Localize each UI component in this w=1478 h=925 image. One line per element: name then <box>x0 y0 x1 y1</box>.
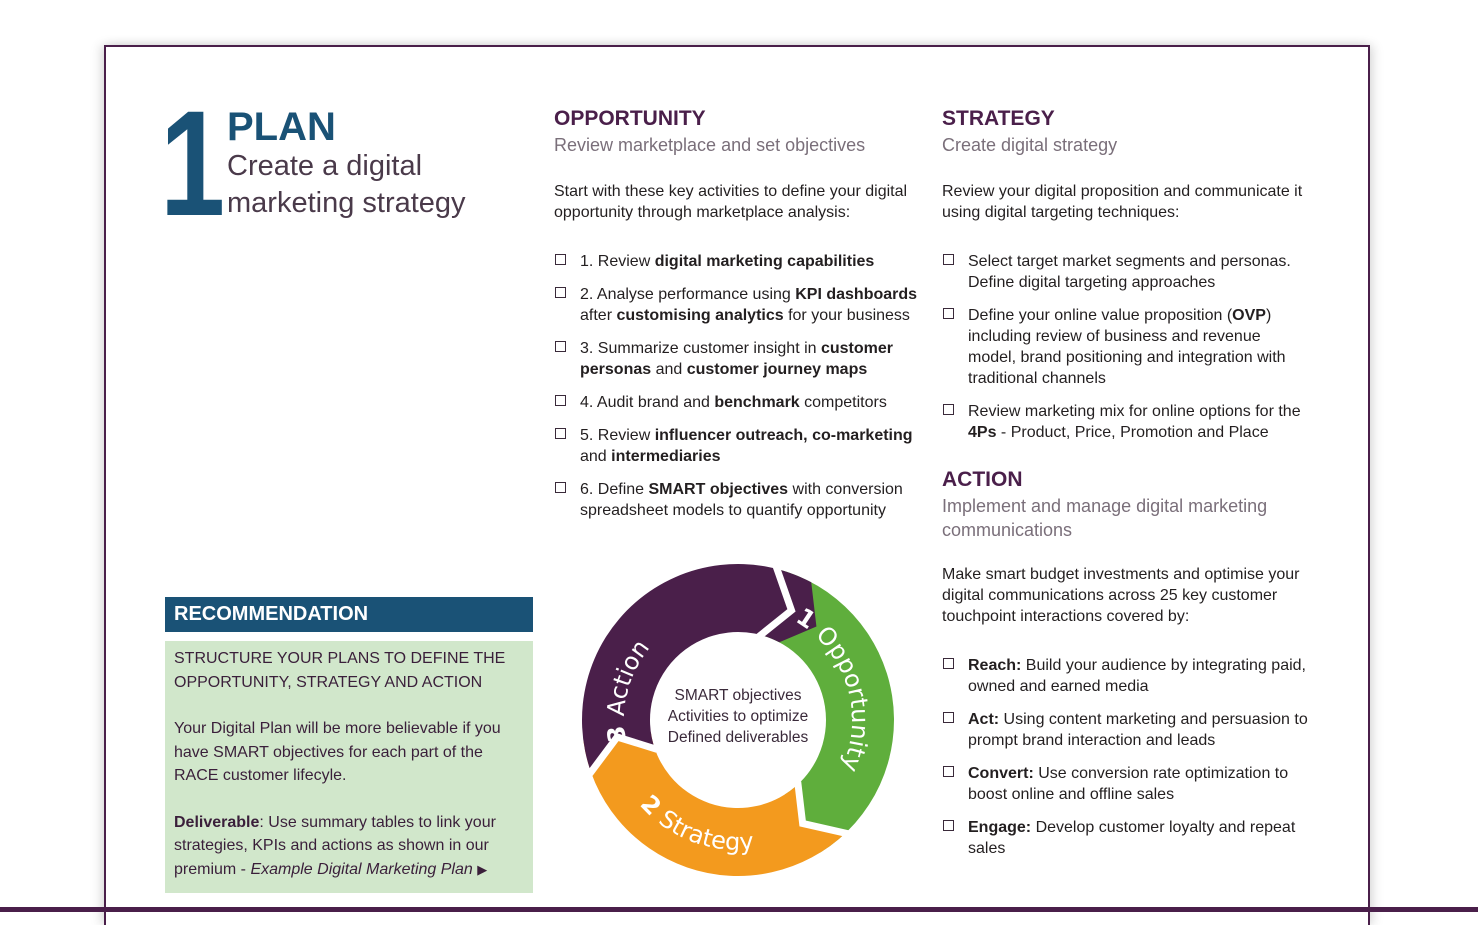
action-section: ACTION Implement and manage digital mark… <box>942 466 1312 871</box>
checkbox[interactable] <box>555 482 566 493</box>
checkbox[interactable] <box>555 395 566 406</box>
checklist-item: 2. Analyse performance using KPI dashboa… <box>554 284 924 326</box>
deliverable-label: Deliverable <box>174 813 260 831</box>
item-text-bold: Act: <box>968 711 1000 728</box>
cycle-center-line: Activities to optimize <box>668 708 808 725</box>
item-text: 6. Define <box>580 481 649 498</box>
opportunity-intro: Start with these key activities to defin… <box>554 183 908 221</box>
checkbox[interactable] <box>943 712 954 723</box>
opportunity-checklist: 1. Review digital marketing capabilities… <box>554 251 924 521</box>
item-text-bold: Engage: <box>968 819 1032 836</box>
action-subtitle: Implement and manage digital marketing c… <box>942 496 1268 540</box>
race-cycle-diagram: 1 Opportunity2 Strategy3 ActionSMART obj… <box>582 564 894 876</box>
item-text-bold: digital marketing capabilities <box>654 253 875 270</box>
checklist-item: 5. Review influencer outreach, co-market… <box>554 425 924 467</box>
item-text: - Product, Price, Promotion and Place <box>996 424 1269 441</box>
opportunity-section: OPPORTUNITY Review marketplace and set o… <box>554 105 924 533</box>
checkbox[interactable] <box>943 658 954 669</box>
item-text: competitors <box>799 394 887 411</box>
checklist-item: Engage: Develop customer loyalty and rep… <box>942 817 1312 859</box>
recommendation-header: RECOMMENDATION <box>165 597 533 632</box>
checkbox[interactable] <box>943 766 954 777</box>
checkbox[interactable] <box>555 254 566 265</box>
checklist-item: 6. Define SMART objectives with conversi… <box>554 479 924 521</box>
item-text-bold: benchmark <box>714 394 800 411</box>
recommendation-deliverable: Deliverable: Use summary tables to link … <box>174 811 524 882</box>
page-title: PLAN <box>227 105 336 149</box>
checklist-item: Reach: Build your audience by integratin… <box>942 655 1312 697</box>
checklist-item: 4. Audit brand and benchmark competitors <box>554 392 924 413</box>
step-number: 1 <box>160 79 225 247</box>
strategy-title: STRATEGY <box>942 107 1055 130</box>
item-text-bold: KPI dashboards <box>795 286 918 303</box>
recommendation-box: STRUCTURE YOUR PLANS TO DEFINE THE OPPOR… <box>165 641 533 893</box>
item-text-bold: customer journey maps <box>686 361 868 378</box>
strategy-intro: Review your digital proposition and comm… <box>942 183 1303 221</box>
checklist-item: 1. Review digital marketing capabilities <box>554 251 924 272</box>
item-text-bold: Convert: <box>968 765 1034 782</box>
checklist-item: 3. Summarize customer insight in custome… <box>554 338 924 380</box>
item-text: after <box>580 307 617 324</box>
item-text: 1. Review <box>580 253 655 270</box>
opportunity-subtitle: Review marketplace and set objectives <box>554 135 866 155</box>
checklist-item: Convert: Use conversion rate optimizatio… <box>942 763 1312 805</box>
item-text-bold: intermediaries <box>611 448 721 465</box>
page-subtitle: Create a digital marketing strategy <box>227 150 466 219</box>
checkbox[interactable] <box>555 428 566 439</box>
item-text-bold: Reach: <box>968 657 1022 674</box>
item-text-bold: customising analytics <box>616 307 784 324</box>
example-plan-link[interactable]: Example Digital Marketing Plan <box>250 861 472 878</box>
cycle-center-line: Defined deliverables <box>668 729 809 746</box>
checkbox[interactable] <box>943 308 954 319</box>
item-text: Review marketing mix for online options … <box>968 403 1301 420</box>
cycle-center-line: SMART objectives <box>675 687 802 704</box>
action-checklist: Reach: Build your audience by integratin… <box>942 655 1312 859</box>
item-text: Define your online value proposition ( <box>968 307 1233 324</box>
checklist-item: Select target market segments and person… <box>942 251 1312 293</box>
item-text: 2. Analyse performance using <box>580 286 796 303</box>
checklist-item: Review marketing mix for online options … <box>942 401 1312 443</box>
opportunity-title: OPPORTUNITY <box>554 107 706 130</box>
checklist-item: Define your online value proposition (OV… <box>942 305 1312 389</box>
item-text: and <box>651 361 687 378</box>
bottom-bar <box>0 907 1478 912</box>
checkbox[interactable] <box>943 254 954 265</box>
item-text-bold: influencer outreach, co-marketing <box>654 427 913 444</box>
item-text: Select target market segments and person… <box>968 253 1291 291</box>
strategy-checklist: Select target market segments and person… <box>942 251 1312 443</box>
checkbox[interactable] <box>555 341 566 352</box>
play-arrow-icon[interactable]: ▶ <box>477 862 487 877</box>
checkbox[interactable] <box>943 404 954 415</box>
strategy-section: STRATEGY Create digital strategy Review … <box>942 105 1312 455</box>
item-text-bold: SMART objectives <box>648 481 789 498</box>
item-text: for your business <box>783 307 910 324</box>
item-text: 5. Review <box>580 427 655 444</box>
item-text: 3. Summarize customer insight in <box>580 340 821 357</box>
recommendation-body: Your Digital Plan will be more believabl… <box>174 720 501 784</box>
item-text-bold: OVP <box>1232 307 1266 324</box>
recommendation-heading: STRUCTURE YOUR PLANS TO DEFINE THE OPPOR… <box>174 650 506 691</box>
item-text: and <box>580 448 612 465</box>
checkbox[interactable] <box>943 820 954 831</box>
checkbox[interactable] <box>555 287 566 298</box>
item-text-bold: 4Ps <box>968 424 997 441</box>
item-text: Using content marketing and persuasion t… <box>968 711 1308 749</box>
checklist-item: Act: Using content marketing and persuas… <box>942 709 1312 751</box>
action-title: ACTION <box>942 468 1023 491</box>
strategy-subtitle: Create digital strategy <box>942 135 1118 155</box>
item-text: 4. Audit brand and <box>580 394 715 411</box>
action-intro: Make smart budget investments and optimi… <box>942 566 1300 625</box>
